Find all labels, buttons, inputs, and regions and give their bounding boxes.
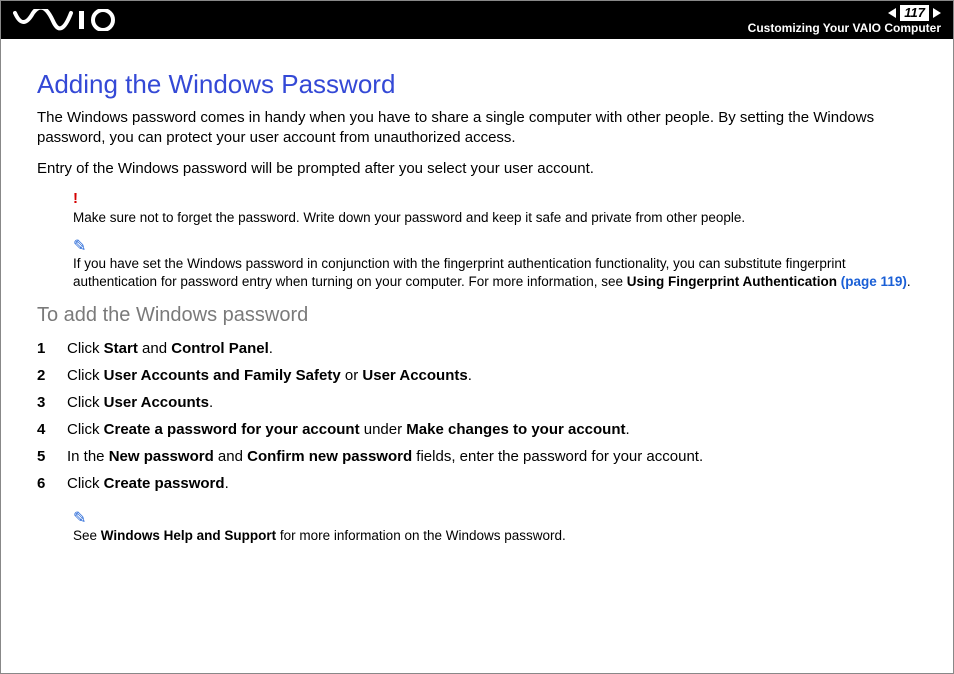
- page-number: 117: [900, 5, 929, 21]
- warning-text: Make sure not to forget the password. Wr…: [73, 210, 745, 225]
- note2-text: See Windows Help and Support for more in…: [73, 528, 566, 543]
- step-row: 3Click User Accounts.: [37, 389, 917, 416]
- note-block-1: ✎ If you have set the Windows password i…: [73, 239, 917, 291]
- note-icon: ✎: [73, 511, 917, 527]
- fingerprint-link[interactable]: (page 119): [841, 274, 907, 289]
- page-navigation: 117: [748, 5, 941, 21]
- next-page-icon[interactable]: [933, 8, 941, 18]
- header-right: 117 Customizing Your VAIO Computer: [748, 5, 941, 35]
- page-content: Adding the Windows Password The Windows …: [1, 39, 953, 545]
- note1-text: If you have set the Windows password in …: [73, 256, 911, 289]
- step-row: 1Click Start and Control Panel.: [37, 335, 917, 362]
- steps-list: 1Click Start and Control Panel. 2Click U…: [37, 335, 917, 497]
- intro-paragraph-1: The Windows password comes in handy when…: [37, 108, 917, 149]
- step-row: 6Click Create password.: [37, 470, 917, 497]
- step-row: 5In the New password and Confirm new pas…: [37, 443, 917, 470]
- step-row: 2Click User Accounts and Family Safety o…: [37, 362, 917, 389]
- prev-page-icon[interactable]: [888, 8, 896, 18]
- steps-heading: To add the Windows password: [37, 304, 917, 327]
- vaio-logo: [13, 9, 123, 31]
- warning-block: ! Make sure not to forget the password. …: [73, 189, 917, 227]
- page-title: Adding the Windows Password: [37, 69, 917, 100]
- warning-icon: !: [73, 189, 917, 209]
- header-bar: 117 Customizing Your VAIO Computer: [1, 1, 953, 39]
- step-row: 4Click Create a password for your accoun…: [37, 416, 917, 443]
- note-block-2: ✎ See Windows Help and Support for more …: [73, 511, 917, 545]
- note-icon: ✎: [73, 239, 917, 255]
- intro-paragraph-2: Entry of the Windows password will be pr…: [37, 159, 917, 179]
- section-title: Customizing Your VAIO Computer: [748, 21, 941, 35]
